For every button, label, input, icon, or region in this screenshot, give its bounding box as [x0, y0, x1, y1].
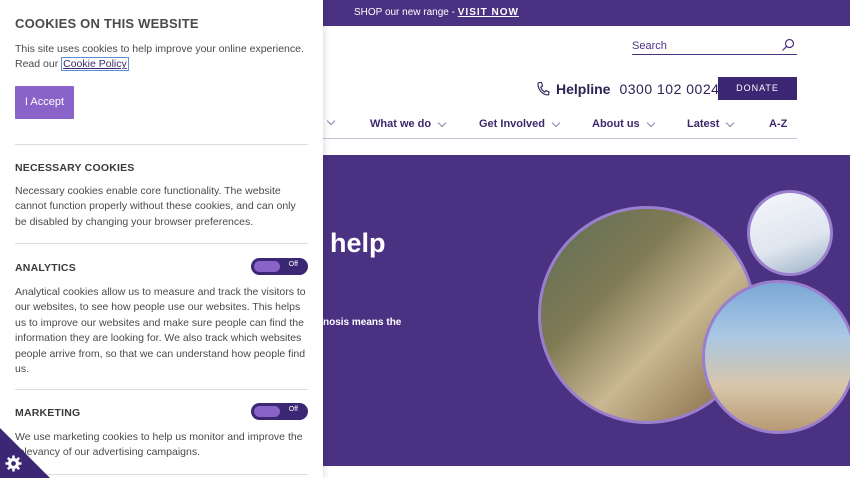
helpline-number[interactable]: 0300 102 0024 — [619, 81, 719, 97]
nav-label: About us — [592, 118, 640, 130]
necessary-heading: NECESSARY COOKIES — [15, 162, 135, 174]
hero-subtitle: nosis means the — [323, 317, 402, 328]
helpline[interactable]: Helpline 0300 102 0024 — [536, 79, 719, 99]
nav-item-get-involved[interactable]: Get Involved — [479, 118, 561, 130]
promo-text: SHOP our new range - — [354, 7, 458, 18]
nav-item-what-we-do[interactable]: What we do — [370, 118, 447, 130]
analytics-text: Analytical cookies allow us to measure a… — [15, 286, 306, 376]
analytics-heading: ANALYTICS — [15, 262, 76, 274]
main-nav: What we do Get Involved About us Latest … — [323, 110, 797, 139]
hero-section: help nosis means the — [323, 155, 850, 466]
cookie-panel-title: COOKIES ON THIS WEBSITE — [15, 16, 199, 31]
hero-photo-scientist — [747, 190, 833, 276]
divider — [15, 144, 308, 145]
marketing-text: We use marketing cookies to help us moni… — [15, 431, 303, 459]
divider — [15, 243, 308, 244]
search-icon[interactable] — [781, 38, 795, 52]
search-input[interactable]: Search — [632, 38, 797, 55]
nav-label: What we do — [370, 118, 432, 130]
phone-icon — [537, 81, 550, 96]
cookie-intro: This site uses cookies to help improve y… — [15, 42, 307, 73]
promo-banner: SHOP our new range - VISIT NOW — [323, 0, 850, 26]
search-placeholder: Search — [632, 40, 667, 52]
nav-label: Get Involved — [479, 118, 546, 130]
marketing-toggle[interactable]: Off — [251, 403, 308, 420]
cookie-policy-link[interactable]: Cookie Policy — [61, 57, 129, 72]
hero-photo-dog — [702, 280, 850, 434]
helpline-label: Helpline — [556, 81, 611, 97]
accept-button[interactable]: I Accept — [15, 86, 74, 119]
gear-icon[interactable] — [5, 455, 22, 472]
marketing-heading: MARKETING — [15, 407, 81, 419]
cookie-panel: COOKIES ON THIS WEBSITE This site uses c… — [0, 0, 323, 478]
nav-label: A-Z — [769, 118, 788, 130]
chevron-down-icon — [726, 118, 735, 127]
toggle-state: Off — [288, 406, 298, 413]
chevron-down-icon — [437, 118, 447, 127]
visit-now-link[interactable]: VISIT NOW — [458, 7, 519, 18]
divider — [15, 474, 308, 475]
nav-label: Latest — [687, 118, 720, 130]
nav-item-about-us[interactable]: About us — [592, 118, 655, 130]
analytics-toggle[interactable]: Off — [251, 258, 308, 275]
chevron-down-icon — [646, 118, 655, 127]
chevron-down-icon — [551, 118, 561, 127]
toggle-state: Off — [288, 261, 298, 268]
toggle-knob — [254, 406, 280, 417]
cookie-intro-text: This site uses cookies to help improve y… — [15, 43, 304, 71]
necessary-text: Necessary cookies enable core functional… — [15, 185, 296, 228]
toggle-knob — [254, 261, 280, 272]
nav-item-a-z[interactable]: A-Z — [769, 118, 787, 130]
chevron-down-icon[interactable] — [326, 116, 336, 126]
donate-button[interactable]: DONATE — [718, 77, 797, 100]
nav-item-latest[interactable]: Latest — [687, 118, 735, 130]
hero-title: help — [330, 228, 386, 258]
divider — [15, 389, 308, 390]
